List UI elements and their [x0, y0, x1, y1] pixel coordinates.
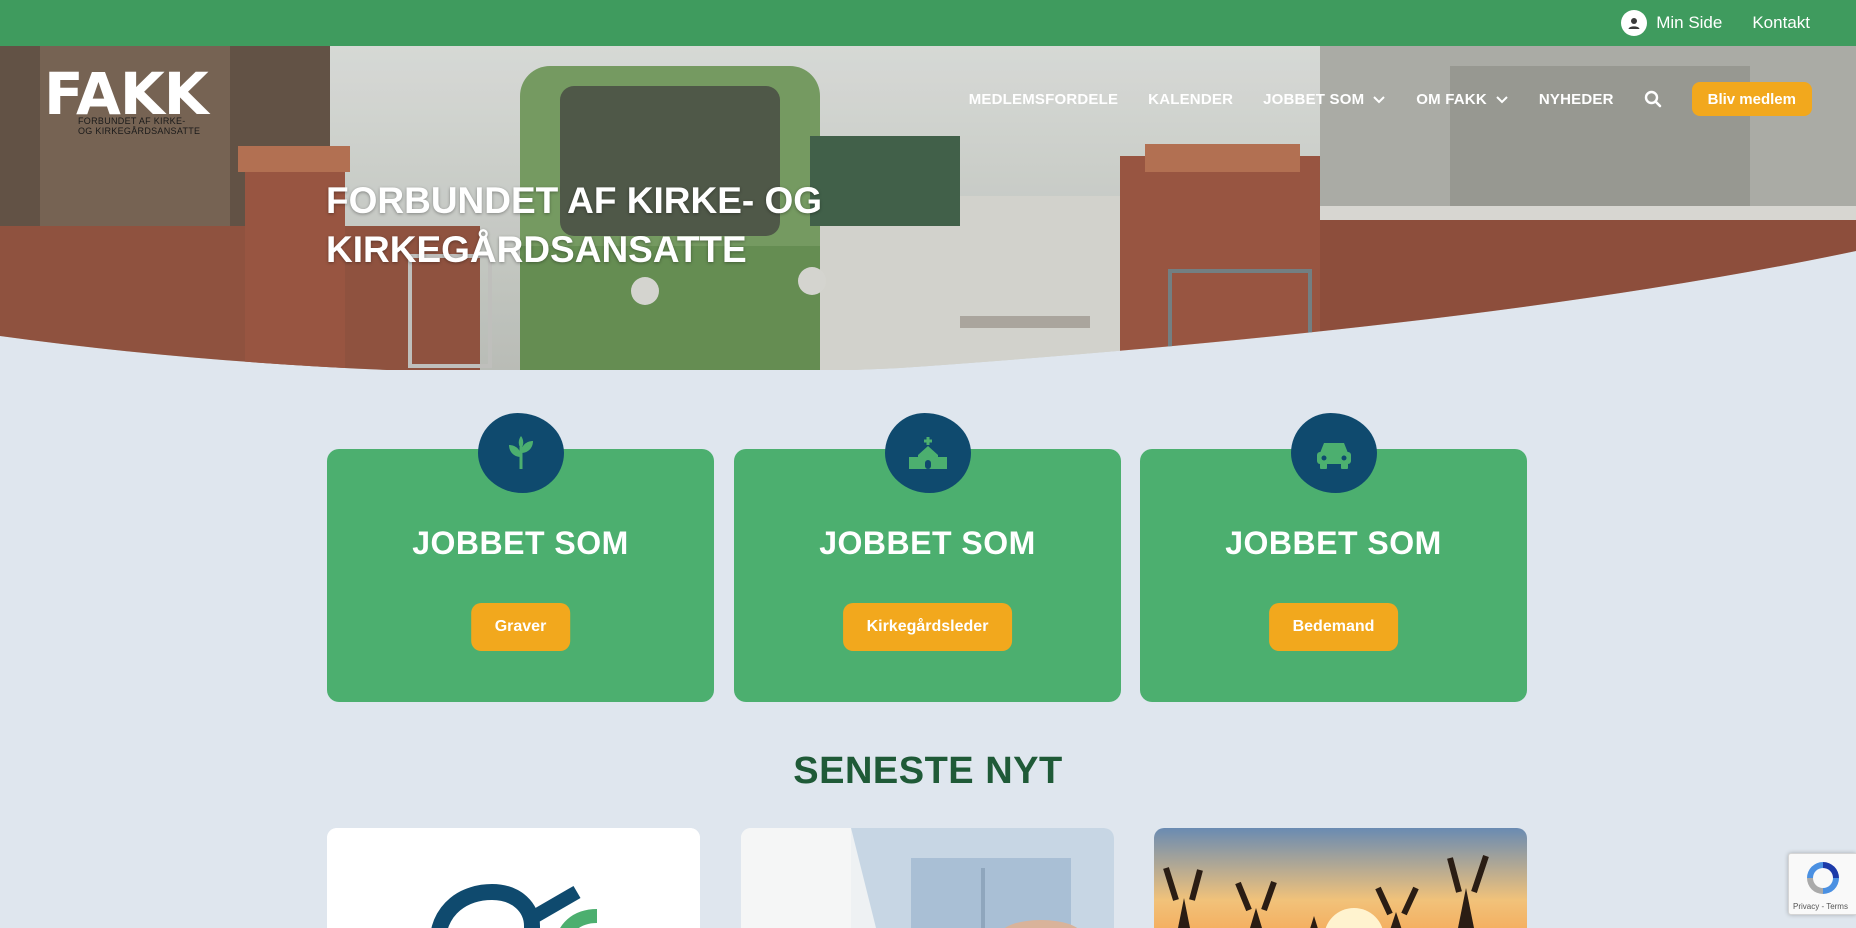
chevron-down-icon	[1373, 96, 1386, 104]
card-title: JOBBET SOM	[412, 525, 629, 561]
news-image	[327, 828, 700, 928]
nav-item-nyheder[interactable]: NYHEDER	[1539, 91, 1614, 108]
kirkegardsleder-button[interactable]: Kirkegårdsleder	[842, 603, 1013, 651]
hero-title: FORBUNDET AF KIRKE- OG KIRKEGÅRDSANSATTE	[326, 176, 886, 274]
nav-label: MEDLEMSFORDELE	[968, 90, 1119, 108]
recaptcha-text: Privacy - Terms	[1793, 902, 1848, 911]
bliv-medlem-button[interactable]: Bliv medlem	[1691, 82, 1812, 116]
logo-wordmark: FAKK	[44, 60, 209, 128]
search-icon[interactable]	[1644, 90, 1662, 108]
nav-item-medlemsfordele[interactable]: MEDLEMSFORDELE	[969, 91, 1118, 108]
main-navigation: MEDLEMSFORDELE KALENDER JOBBET SOM OM FA…	[969, 82, 1812, 116]
hero-banner: FAKK FORBUNDET AF KIRKE- OG KIRKEGÅRDSAN…	[0, 46, 1856, 370]
graver-button[interactable]: Graver	[470, 603, 571, 651]
job-card-graver: JOBBET SOM Graver	[327, 413, 714, 702]
nav-label: NYHEDER	[1538, 90, 1614, 108]
nav-label: JOBBET SOM	[1263, 90, 1365, 108]
news-card[interactable]	[741, 828, 1114, 928]
news-section-title: SENESTE NYT	[793, 750, 1063, 792]
recaptcha-icon	[1807, 862, 1839, 894]
recaptcha-badge[interactable]: Privacy - Terms	[1788, 853, 1856, 915]
job-card-kirkegardsleder: JOBBET SOM Kirkegårdsleder	[734, 413, 1121, 702]
logo-subtitle-2: OG KIRKEGÅRDSANSATTE	[78, 126, 201, 136]
top-utility-bar: Min Side Kontakt	[0, 0, 1856, 46]
user-icon	[1621, 10, 1648, 36]
kontakt-link[interactable]: Kontakt	[1752, 13, 1810, 33]
bedemand-button[interactable]: Bedemand	[1268, 603, 1399, 651]
news-card[interactable]	[327, 828, 700, 928]
plant-icon	[477, 413, 564, 493]
nav-item-jobbet-som[interactable]: JOBBET SOM	[1263, 91, 1386, 108]
nav-label: OM FAKK	[1416, 90, 1487, 108]
min-side-link[interactable]: Min Side	[1621, 10, 1722, 36]
fakk-logo[interactable]: FAKK FORBUNDET AF KIRKE- OG KIRKEGÅRDSAN…	[44, 60, 209, 136]
hero-title-line-1: FORBUNDET AF KIRKE- OG	[326, 180, 823, 221]
min-side-label: Min Side	[1656, 13, 1723, 32]
car-icon	[1290, 413, 1377, 493]
news-card[interactable]	[1154, 828, 1527, 928]
news-image	[741, 828, 1114, 928]
nav-item-om-fakk[interactable]: OM FAKK	[1416, 91, 1509, 108]
card-title: JOBBET SOM	[1225, 525, 1442, 561]
news-image	[1154, 828, 1527, 928]
church-icon	[884, 413, 971, 493]
nav-item-kalender[interactable]: KALENDER	[1148, 91, 1233, 108]
job-card-bedemand: JOBBET SOM Bedemand	[1140, 413, 1527, 702]
hero-title-line-2: KIRKEGÅRDSANSATTE	[326, 229, 747, 270]
chevron-down-icon	[1496, 96, 1508, 104]
nav-label: KALENDER	[1148, 90, 1234, 108]
card-title: JOBBET SOM	[819, 525, 1036, 561]
